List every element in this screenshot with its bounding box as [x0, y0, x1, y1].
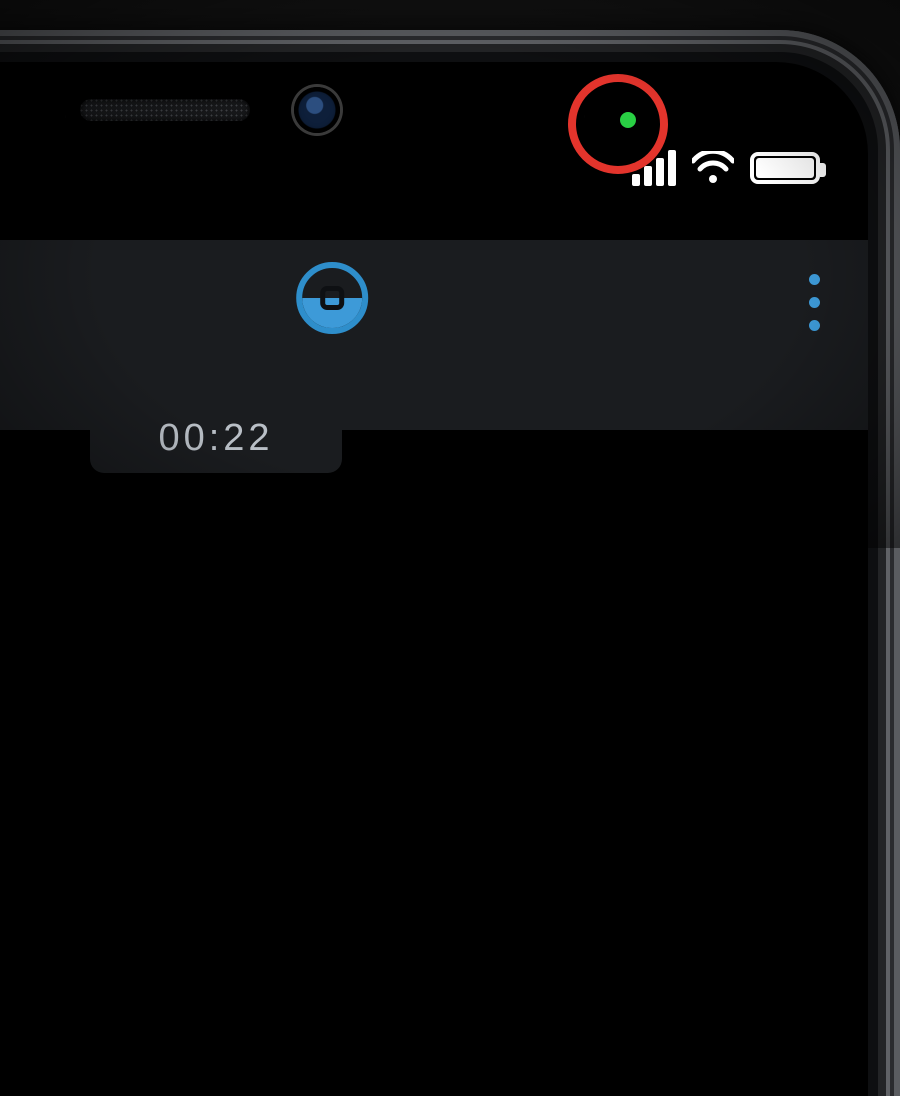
cellular-signal-icon	[632, 150, 676, 186]
phone-screen: T 00:22	[0, 62, 868, 1096]
status-bar	[632, 150, 820, 186]
battery-icon	[750, 152, 820, 184]
phone-chassis: T 00:22	[0, 30, 900, 1096]
notch	[65, 62, 585, 164]
privacy-indicator-dot-icon	[620, 112, 636, 128]
wifi-icon	[692, 151, 734, 185]
stop-icon	[320, 286, 344, 310]
more-options-button[interactable]	[809, 274, 820, 331]
record-shutter-button[interactable]	[296, 262, 368, 334]
app-navigation-bar: T 00:22	[0, 240, 868, 430]
earpiece-speaker	[80, 99, 250, 121]
recording-timer: 00:22	[90, 403, 342, 473]
front-camera-icon	[294, 87, 340, 133]
